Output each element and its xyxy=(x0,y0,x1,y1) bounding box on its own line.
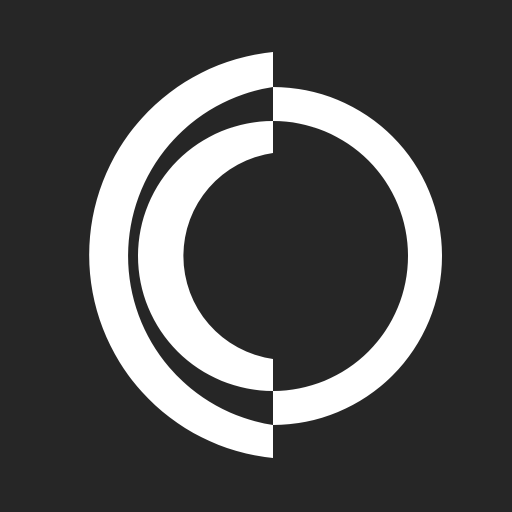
logo-icon xyxy=(0,0,512,512)
app-icon xyxy=(0,0,512,512)
